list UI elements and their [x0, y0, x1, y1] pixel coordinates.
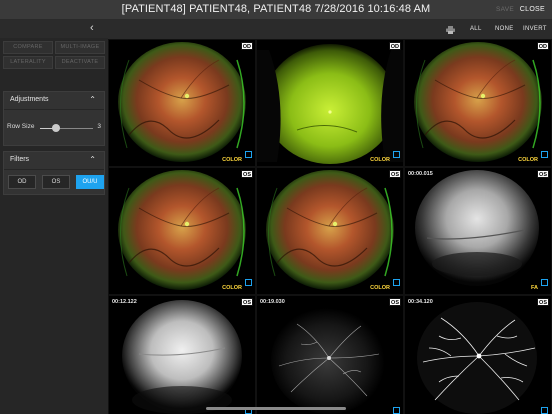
mode-label: COLOR [222, 157, 242, 163]
select-checkbox[interactable] [541, 279, 548, 286]
select-checkbox[interactable] [245, 279, 252, 286]
fundus-image [109, 40, 255, 166]
eye-badge: OD [536, 42, 549, 50]
mode-label: COLOR [518, 157, 538, 163]
image-tile[interactable]: OD COLOR [257, 40, 403, 166]
image-tile[interactable]: OS 00:19.030 [257, 296, 403, 414]
invert-selection-button[interactable]: INVERT [523, 26, 547, 32]
eye-badge: OD [388, 42, 401, 50]
select-checkbox[interactable] [393, 151, 400, 158]
sidebar: ‹ COMPARE MULTI-IMAGE LATERALITY DEACTIV… [0, 20, 108, 414]
eye-badge: OD [240, 42, 253, 50]
save-button[interactable]: SAVE [496, 6, 514, 13]
eye-badge: OS [389, 170, 401, 178]
laterality-button[interactable]: LATERALITY [3, 56, 53, 69]
filters-title: Filters [10, 156, 30, 163]
window-title: [PATIENT48] PATIENT48, PATIENT48 7/28/20… [121, 3, 431, 15]
timestamp: 00:00.015 [408, 171, 433, 177]
image-tile[interactable]: OD COLOR [405, 40, 551, 166]
adjustments-title: Adjustments [10, 96, 49, 103]
mode-button-grid: COMPARE MULTI-IMAGE LATERALITY DEACTIVAT… [3, 41, 105, 69]
fundus-image [257, 168, 403, 294]
chevron-up-icon[interactable]: ⌃ [89, 95, 96, 104]
fundus-image [405, 40, 551, 166]
eye-badge: OS [537, 170, 549, 178]
select-checkbox[interactable] [245, 151, 252, 158]
angiogram-image [405, 168, 551, 294]
timestamp: 00:12.122 [112, 299, 137, 305]
close-button[interactable]: CLOSE [520, 6, 545, 13]
filters-header[interactable]: Filters ⌃ [4, 152, 104, 170]
angiogram-image [109, 296, 255, 414]
row-size-slider-thumb[interactable] [51, 124, 60, 132]
angiogram-image [257, 296, 403, 414]
mode-label: COLOR [370, 157, 390, 163]
mode-label: COLOR [370, 285, 390, 291]
adjustments-header[interactable]: Adjustments ⌃ [4, 92, 104, 110]
printer-icon[interactable] [446, 26, 455, 34]
home-indicator [206, 407, 346, 410]
select-checkbox[interactable] [393, 407, 400, 414]
eye-badge: OS [389, 298, 401, 306]
angiogram-image [405, 296, 551, 414]
timestamp: 00:34.120 [408, 299, 433, 305]
filter-od-button[interactable]: OD [8, 175, 36, 189]
filters-panel: Filters ⌃ OD OS OU/U [3, 151, 105, 195]
eye-badge: OS [241, 298, 253, 306]
image-tile[interactable]: OS 00:00.015 FA [405, 168, 551, 294]
title-bar: [PATIENT48] PATIENT48, PATIENT48 7/28/20… [0, 0, 552, 20]
sidebar-header: ‹ [0, 20, 108, 38]
row-size-label: Row Size [7, 123, 35, 130]
fundus-image [257, 40, 403, 166]
image-tile[interactable]: OS 00:12.122 [109, 296, 255, 414]
eye-badge: OS [241, 170, 253, 178]
eye-badge: OS [537, 298, 549, 306]
chevron-left-icon[interactable]: ‹ [90, 22, 94, 34]
select-checkbox[interactable] [393, 279, 400, 286]
compare-button[interactable]: COMPARE [3, 41, 53, 54]
multi-image-button[interactable]: MULTI-IMAGE [55, 41, 105, 54]
filter-buttons: OD OS OU/U [8, 175, 104, 189]
adjustments-panel: Adjustments ⌃ Row Size 3 [3, 91, 105, 146]
filter-ou-button[interactable]: OU/U [76, 175, 104, 189]
image-toolbar: ALL NONE INVERT [108, 20, 552, 39]
image-tile[interactable]: OS COLOR [109, 168, 255, 294]
image-tile[interactable]: OS 00:34.120 [405, 296, 551, 414]
select-checkbox[interactable] [541, 407, 548, 414]
mode-label: FA [530, 285, 538, 291]
select-all-button[interactable]: ALL [470, 26, 482, 32]
filter-os-button[interactable]: OS [42, 175, 70, 189]
row-size-value: 3 [97, 123, 101, 130]
mode-label: COLOR [222, 285, 242, 291]
select-none-button[interactable]: NONE [495, 26, 514, 32]
image-grid: OD COLOR OD COLOR OD COLOR OS COLOR OS C… [108, 39, 552, 414]
image-tile[interactable]: OS COLOR [257, 168, 403, 294]
fundus-image [109, 168, 255, 294]
deactivate-button[interactable]: DEACTIVATE [55, 56, 105, 69]
timestamp: 00:19.030 [260, 299, 285, 305]
image-tile[interactable]: OD COLOR [109, 40, 255, 166]
select-checkbox[interactable] [541, 151, 548, 158]
chevron-up-icon[interactable]: ⌃ [89, 155, 96, 164]
